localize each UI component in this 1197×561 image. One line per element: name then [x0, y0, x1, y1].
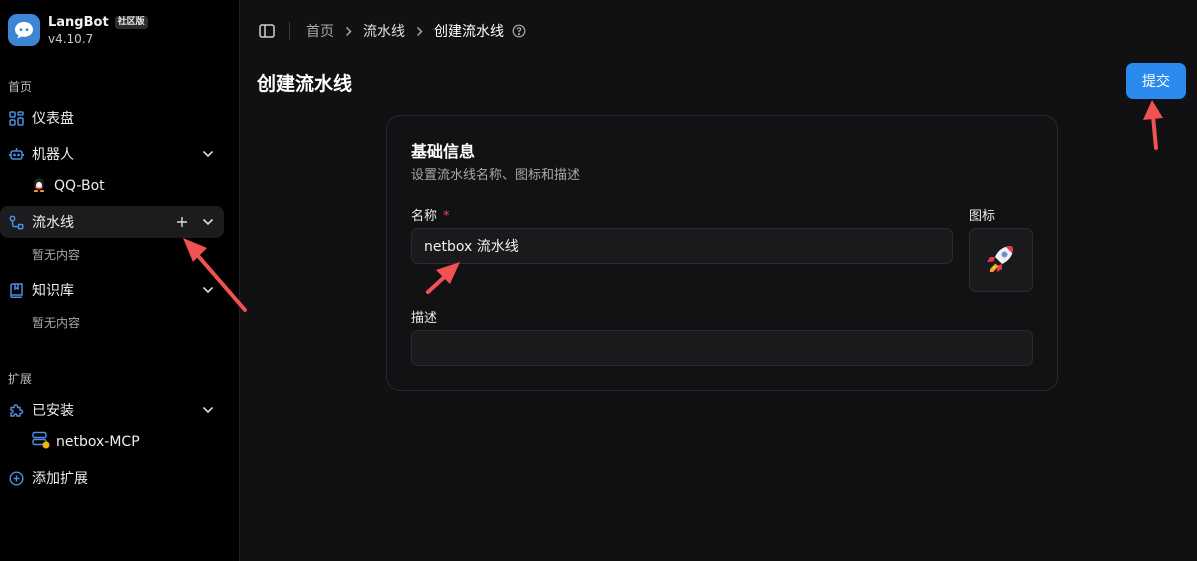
chevron-down-icon[interactable] — [200, 402, 216, 418]
chevron-right-icon — [345, 26, 352, 37]
section-label-extensions: 扩展 — [8, 372, 33, 386]
chevron-down-icon[interactable] — [200, 282, 216, 298]
bot-icon — [8, 146, 24, 162]
pipeline-name-input[interactable]: netbox 流水线 — [411, 228, 953, 264]
sidebar-subitem-label: QQ-Bot — [54, 178, 105, 194]
chevron-down-icon[interactable] — [200, 146, 216, 162]
sidebar-item-label: 流水线 — [32, 215, 74, 231]
dashboard-icon — [8, 110, 24, 126]
sidebar-item-add-extension[interactable]: 添加扩展 — [0, 462, 224, 494]
section-label-home: 首页 — [8, 80, 33, 94]
sidebar-item-installed[interactable]: 已安装 — [0, 394, 224, 426]
annotation-arrow-icon — [1143, 100, 1163, 150]
langbot-logo-icon — [8, 14, 40, 46]
qq-penguin-icon — [32, 176, 46, 196]
breadcrumb: 首页 流水线 创建流水线 — [306, 22, 526, 40]
sidebar-toggle-icon[interactable] — [258, 22, 276, 40]
pipeline-description-input[interactable] — [411, 330, 1033, 366]
breadcrumb-pipelines[interactable]: 流水线 — [363, 21, 405, 41]
help-circle-icon[interactable] — [512, 24, 526, 38]
version-label: v4.10.7 — [48, 32, 94, 46]
card-description: 设置流水线名称、图标和描述 — [411, 168, 581, 183]
required-mark: * — [443, 209, 450, 224]
edition-badge: 社区版 — [114, 15, 148, 29]
submit-button[interactable]: 提交 — [1126, 63, 1186, 99]
puzzle-icon — [8, 402, 24, 418]
sidebar-item-label: 仪表盘 — [32, 111, 74, 127]
sidebar-item-label: 知识库 — [32, 283, 74, 299]
card-title: 基础信息 — [411, 142, 476, 161]
name-field-label: 名称 * — [411, 205, 450, 224]
mcp-server-icon — [32, 431, 50, 453]
breadcrumb-home[interactable]: 首页 — [306, 21, 334, 41]
sidebar: LangBot 社区版 v4.10.7 首页 仪表盘 机器人 QQ-Bot 流水… — [0, 0, 240, 561]
description-field-label: 描述 — [411, 311, 438, 326]
book-icon — [8, 282, 24, 298]
chevron-right-icon — [416, 26, 423, 37]
page-title: 创建流水线 — [257, 73, 353, 95]
breadcrumb-divider — [289, 22, 290, 40]
name-label-text: 名称 — [411, 209, 438, 224]
rocket-icon — [984, 241, 1018, 279]
sidebar-subitem-netbox-mcp[interactable]: netbox-MCP — [32, 430, 140, 454]
sidebar-subitem-label: netbox-MCP — [56, 434, 140, 450]
sidebar-item-label: 添加扩展 — [32, 471, 88, 487]
pipelines-empty-text: 暂无内容 — [32, 248, 81, 262]
pipeline-icon — [8, 214, 24, 230]
sidebar-item-label: 已安装 — [32, 403, 74, 419]
icon-field-label: 图标 — [969, 209, 996, 224]
pipeline-name-value: netbox 流水线 — [424, 239, 519, 255]
breadcrumb-current: 创建流水线 — [434, 24, 504, 40]
brand-name: LangBot — [48, 14, 109, 30]
sidebar-item-pipelines[interactable]: 流水线 — [0, 206, 224, 238]
add-circle-icon — [8, 470, 24, 486]
sidebar-item-bots[interactable]: 机器人 — [0, 138, 224, 170]
sidebar-item-knowledge[interactable]: 知识库 — [0, 274, 224, 306]
knowledge-empty-text: 暂无内容 — [32, 316, 81, 330]
sidebar-item-dashboard[interactable]: 仪表盘 — [0, 102, 224, 134]
basic-info-card: 基础信息 设置流水线名称、图标和描述 名称 * netbox 流水线 图标 描述 — [386, 115, 1058, 391]
icon-picker[interactable] — [969, 228, 1033, 292]
chevron-down-icon[interactable] — [200, 214, 216, 230]
sidebar-subitem-qq-bot[interactable]: QQ-Bot — [32, 174, 105, 198]
add-pipeline-plus-icon[interactable] — [174, 214, 190, 230]
brand[interactable]: LangBot 社区版 v4.10.7 — [8, 14, 148, 46]
sidebar-item-label: 机器人 — [32, 147, 74, 163]
